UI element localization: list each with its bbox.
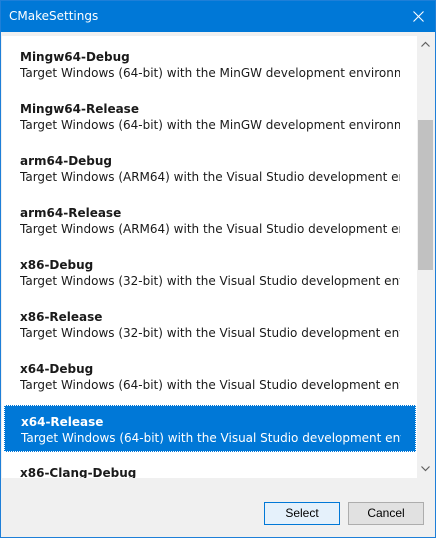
chevron-up-icon: [421, 41, 430, 47]
cancel-button[interactable]: Cancel: [348, 502, 424, 525]
item-description: Target Windows (32-bit) with the Visual …: [20, 326, 400, 340]
close-button[interactable]: [401, 1, 435, 32]
item-name: arm64-Debug: [20, 154, 113, 168]
configuration-list-frame: Mingw64-Debug Target Windows (64-bit) wit…: [2, 36, 434, 478]
item-name: x86-Release: [20, 310, 103, 324]
list-item[interactable]: Mingw64-Debug Target Windows (64-bit) wit…: [4, 41, 416, 88]
list-item[interactable]: arm64-Debug Target Windows (ARM64) with t…: [4, 145, 416, 192]
item-name: x86-Clang-Debug: [20, 466, 137, 478]
list-item[interactable]: Mingw64-Release Target Windows (64-bit) w…: [4, 93, 416, 140]
select-button[interactable]: Select: [264, 502, 340, 525]
item-description: Target Windows (ARM64) with the Visual S…: [20, 222, 400, 236]
chevron-down-icon: [421, 466, 430, 472]
item-description: Target Windows (64-bit) with the MinGW d…: [20, 66, 400, 80]
list-item[interactable]: x86-Clang-Debug: [4, 457, 416, 478]
item-name: Mingw64-Debug: [20, 50, 130, 64]
title-bar[interactable]: CMakeSettings: [1, 1, 435, 32]
list-item[interactable]: x64-Debug Target Windows (64-bit) with th…: [4, 353, 416, 400]
list-item[interactable]: x86-Release Target Windows (32-bit) with …: [4, 301, 416, 348]
item-description: Target Windows (64-bit) with the Visual …: [20, 378, 400, 392]
list-item[interactable]: x64-Release Target Windows (64-bit) with …: [4, 405, 416, 452]
item-description: Target Windows (ARM64) with the Visual S…: [20, 170, 400, 184]
item-name: Mingw64-Release: [20, 102, 139, 116]
list-item[interactable]: arm64-Release Target Windows (ARM64) with…: [4, 197, 416, 244]
item-description: Target Windows (64-bit) with the MinGW d…: [20, 118, 400, 132]
scroll-down-button[interactable]: [417, 461, 434, 478]
window-title: CMakeSettings: [9, 9, 99, 23]
list-item[interactable]: x86-Debug Target Windows (32-bit) with th…: [4, 249, 416, 296]
item-description: Target Windows (64-bit) with the Visual …: [21, 431, 401, 445]
close-icon: [413, 11, 424, 22]
scroll-thumb[interactable]: [418, 120, 433, 270]
vertical-scrollbar[interactable]: [417, 36, 434, 478]
item-name: x86-Debug: [20, 258, 94, 272]
item-name: x64-Release: [21, 415, 104, 429]
scroll-up-button[interactable]: [417, 36, 434, 53]
item-name: x64-Debug: [20, 362, 94, 376]
dialog-window: CMakeSettings Mingw64-Debug Target Window…: [0, 0, 436, 538]
configuration-list: Mingw64-Debug Target Windows (64-bit) wit…: [2, 36, 418, 478]
item-name: arm64-Release: [20, 206, 122, 220]
item-description: Target Windows (32-bit) with the Visual …: [20, 274, 400, 288]
